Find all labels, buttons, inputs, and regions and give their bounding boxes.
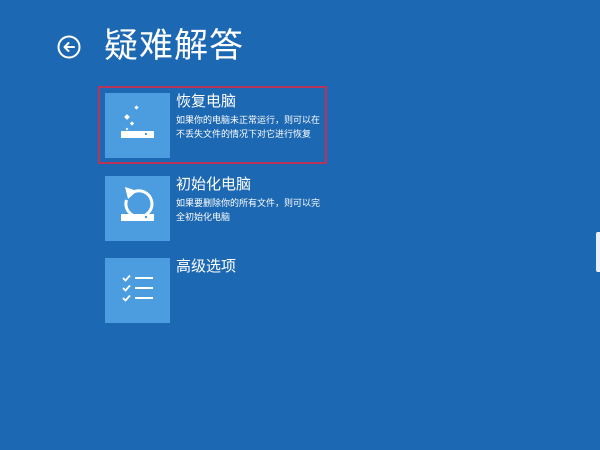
reset-pc-tile: [105, 176, 170, 241]
back-button[interactable]: [57, 35, 81, 59]
refresh-pc-option[interactable]: 恢复电脑 如果你的电脑未正常运行，则可以在不丢失文件的情况下对它进行恢复: [98, 86, 330, 164]
advanced-options-title: 高级选项: [176, 257, 237, 275]
checklist-icon: [122, 274, 153, 302]
refresh-pc-title: 恢复电脑: [176, 92, 237, 110]
refresh-pc-description: 如果你的电脑未正常运行，则可以在不丢失文件的情况下对它进行恢复: [176, 116, 321, 140]
reset-pc-title: 初始化电脑: [176, 175, 252, 193]
back-arrow-circle-icon: [57, 35, 81, 59]
refresh-pc-tile: [105, 93, 170, 158]
reset-pc-cycle-icon: [121, 187, 154, 221]
reset-pc-description: 如果要删除你的所有文件，则可以完全初始化电脑: [176, 199, 321, 223]
refresh-pc-sparkle-icon: [121, 105, 154, 138]
advanced-options-option[interactable]: 高级选项: [105, 257, 330, 323]
scroll-edge-indicator: [596, 232, 600, 272]
reset-pc-option[interactable]: 初始化电脑 如果要删除你的所有文件，则可以完全初始化电脑: [105, 175, 330, 241]
page-title: 疑难解答: [104, 26, 244, 66]
advanced-options-tile: [105, 258, 170, 323]
